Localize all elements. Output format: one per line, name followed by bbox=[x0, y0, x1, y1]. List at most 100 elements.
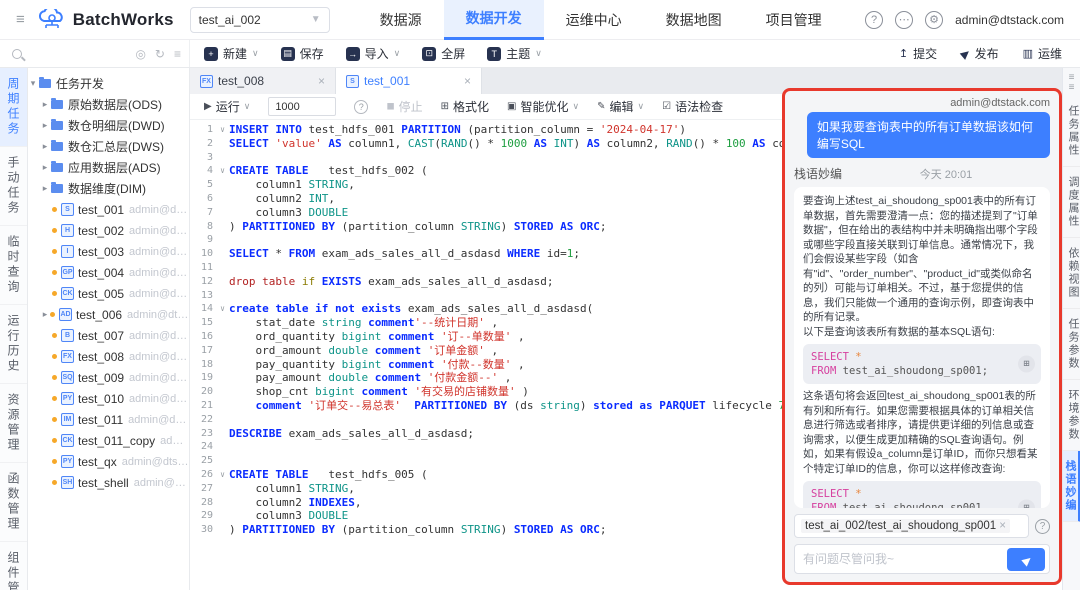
caret-right-icon[interactable]: ▸ bbox=[40, 120, 50, 131]
publish-button[interactable]: ▶发布 bbox=[961, 45, 998, 62]
right-tab-栈语妙编[interactable]: 栈语妙编 bbox=[1062, 451, 1080, 522]
right-tab-环境参数[interactable]: 环境参数 bbox=[1062, 380, 1080, 451]
save-button[interactable]: ▤保存 bbox=[281, 45, 324, 62]
tree-file-test_001[interactable]: Stest_001admin@dtstack.c... bbox=[28, 199, 189, 220]
insert-code-icon[interactable]: ⊞ bbox=[1018, 500, 1035, 509]
status-dot bbox=[52, 438, 57, 443]
close-icon[interactable]: × bbox=[318, 74, 325, 88]
tab-test_001[interactable]: Stest_001× bbox=[336, 68, 482, 94]
row-limit-input[interactable] bbox=[268, 97, 336, 116]
hamburger-menu-icon[interactable]: ≡ bbox=[16, 11, 25, 28]
nav-item-数据源[interactable]: 数据源 bbox=[358, 0, 444, 40]
caret-right-icon[interactable]: ▸ bbox=[40, 309, 50, 320]
tree-file-test_005[interactable]: CKtest_005admin@dtstack.c... bbox=[28, 283, 189, 304]
tree-file-test_006[interactable]: ▸ADtest_006admin@dtstack.c... bbox=[28, 304, 189, 325]
tree-folder[interactable]: ▸应用数据层(ADS) bbox=[28, 157, 189, 178]
tree-folder[interactable]: ▸ 原始数据层(ODS) bbox=[28, 94, 189, 115]
help-icon[interactable]: ? bbox=[865, 11, 883, 29]
format-button-label: 格式化 bbox=[453, 98, 489, 115]
tree-file-test_011_copy[interactable]: CKtest_011_copyadmin@dts... bbox=[28, 430, 189, 451]
panel-toggle-icon[interactable]: ≡≡ bbox=[1069, 68, 1075, 96]
locate-icon[interactable]: ◎ bbox=[135, 47, 145, 61]
send-button[interactable]: ▶ bbox=[1007, 548, 1045, 571]
rail-item-手动任务[interactable]: 手动任务 bbox=[0, 147, 27, 226]
tree-folder[interactable]: ▸数据维度(DIM) bbox=[28, 178, 189, 199]
tab-test_008[interactable]: FXtest_008× bbox=[190, 68, 336, 94]
tree-file-test_009[interactable]: SQtest_009admin@dtstack.c... bbox=[28, 367, 189, 388]
code-token: SELECT bbox=[229, 137, 275, 150]
caret-right-icon[interactable]: ▸ bbox=[40, 99, 50, 110]
search-icon[interactable] bbox=[12, 49, 22, 59]
nav-item-项目管理[interactable]: 项目管理 bbox=[744, 0, 844, 40]
limit-help-icon[interactable]: ? bbox=[354, 100, 368, 114]
run-button[interactable]: ▶运行∨ bbox=[204, 98, 250, 115]
theme-button[interactable]: T主题∨ bbox=[487, 45, 542, 62]
new-button[interactable]: +新建∨ bbox=[204, 45, 259, 62]
rail-item-临时查询[interactable]: 临时查询 bbox=[0, 226, 27, 305]
insert-code-icon[interactable]: ⊞ bbox=[1018, 356, 1035, 373]
tree-file-test_011[interactable]: IMtest_011admin@dtstack.c... bbox=[28, 409, 189, 430]
code-text: column1 STRING, bbox=[229, 178, 355, 192]
tree-file-test_qx[interactable]: PYtest_qxadmin@dtstack.co... bbox=[28, 451, 189, 472]
caret-right-icon[interactable]: ▸ bbox=[40, 162, 50, 173]
caret-right-icon[interactable]: ▸ bbox=[40, 183, 50, 194]
submit-button[interactable]: ↥提交 bbox=[899, 45, 937, 62]
edit-button[interactable]: ✎编辑∨ bbox=[597, 98, 644, 115]
fold-gutter bbox=[216, 247, 229, 261]
tree-folder[interactable]: ▸数仓汇总层(DWS) bbox=[28, 136, 189, 157]
settings-gear-icon[interactable]: ⚙ bbox=[925, 11, 943, 29]
right-tab-任务参数[interactable]: 任务参数 bbox=[1062, 309, 1080, 380]
ops-button[interactable]: ▥运维 bbox=[1023, 45, 1062, 62]
tree-file-test_010[interactable]: PYtest_010admin@dtstack.c... bbox=[28, 388, 189, 409]
code-token: bigint bbox=[342, 358, 388, 371]
help-icon[interactable]: ? bbox=[1035, 519, 1050, 534]
tree-file-test_008[interactable]: FXtest_008admin@dtstack.c... bbox=[28, 346, 189, 367]
rail-item-资源管理[interactable]: 资源管理 bbox=[0, 384, 27, 463]
right-tab-依赖视图[interactable]: 依赖视图 bbox=[1062, 238, 1080, 309]
nav-item-数据地图[interactable]: 数据地图 bbox=[644, 0, 744, 40]
right-rail: ≡≡ 任务属性调度属性依赖视图任务参数环境参数栈语妙编 bbox=[1062, 68, 1080, 590]
tree-folder-label: 原始数据层(ODS) bbox=[68, 96, 162, 113]
fold-icon[interactable]: ∨ bbox=[216, 302, 229, 316]
rail-item-组件管理[interactable]: 组件管理 bbox=[0, 542, 27, 590]
nav-item-运维中心[interactable]: 运维中心 bbox=[544, 0, 644, 40]
tree-file-test_004[interactable]: GPtest_004admin@dtstack.c... bbox=[28, 262, 189, 283]
message-icon[interactable]: ⋯ bbox=[895, 11, 913, 29]
close-icon[interactable]: × bbox=[464, 74, 471, 88]
import-button[interactable]: →导入∨ bbox=[346, 45, 401, 62]
context-tag-field[interactable]: test_ai_002/test_ai_shoudong_sp001× bbox=[794, 514, 1029, 538]
fullscreen-button[interactable]: ⊡全屏 bbox=[422, 45, 465, 62]
nav-item-数据开发[interactable]: 数据开发 bbox=[444, 0, 544, 40]
fold-gutter bbox=[216, 482, 229, 496]
remove-tag-icon[interactable]: × bbox=[999, 520, 1006, 532]
rail-item-函数管理[interactable]: 函数管理 bbox=[0, 463, 27, 542]
context-tag-label: test_ai_002/test_ai_shoudong_sp001 bbox=[805, 520, 996, 532]
tree-folder[interactable]: ▸数仓明细层(DWD) bbox=[28, 115, 189, 136]
fold-icon[interactable]: ∨ bbox=[216, 164, 229, 178]
tree-root[interactable]: ▾ 任务开发 bbox=[28, 73, 189, 94]
tree-file-test_shell[interactable]: SHtest_shelladmin@dtstack... bbox=[28, 472, 189, 493]
rail-item-运行历史[interactable]: 运行历史 bbox=[0, 305, 27, 384]
right-tab-任务属性[interactable]: 任务属性 bbox=[1062, 96, 1080, 167]
tree-file-test_002[interactable]: Htest_002admin@dtstack.c... bbox=[28, 220, 189, 241]
fold-icon[interactable]: ∨ bbox=[216, 468, 229, 482]
format-button[interactable]: ⊞格式化 bbox=[441, 98, 489, 115]
code-token: PARTITIONED BY bbox=[242, 523, 341, 536]
chevron-down-icon: ∨ bbox=[573, 101, 580, 112]
syntax-check-button[interactable]: ☑语法检查 bbox=[662, 98, 723, 115]
rail-item-周期任务[interactable]: 周期任务 bbox=[0, 68, 27, 147]
tree-file-test_003[interactable]: Itest_003admin@dtstack.c... bbox=[28, 241, 189, 262]
right-tab-调度属性[interactable]: 调度属性 bbox=[1062, 167, 1080, 238]
code-text: drop table if EXISTS exam_ads_sales_all_… bbox=[229, 275, 554, 289]
list-icon[interactable]: ≡ bbox=[174, 47, 181, 61]
caret-right-icon[interactable]: ▸ bbox=[40, 141, 50, 152]
status-dot bbox=[52, 417, 57, 422]
code-token: ; bbox=[600, 523, 607, 536]
caret-down-icon[interactable]: ▾ bbox=[28, 78, 38, 89]
refresh-icon[interactable]: ↻ bbox=[155, 47, 165, 61]
fold-icon[interactable]: ∨ bbox=[216, 123, 229, 137]
tree-file-test_007[interactable]: Btest_007admin@dtstack.c... bbox=[28, 325, 189, 346]
project-select[interactable]: test_ai_002 ▼ bbox=[190, 7, 330, 33]
chat-input[interactable] bbox=[803, 552, 1007, 566]
smart-optimize-button[interactable]: ▣智能优化∨ bbox=[507, 98, 579, 115]
